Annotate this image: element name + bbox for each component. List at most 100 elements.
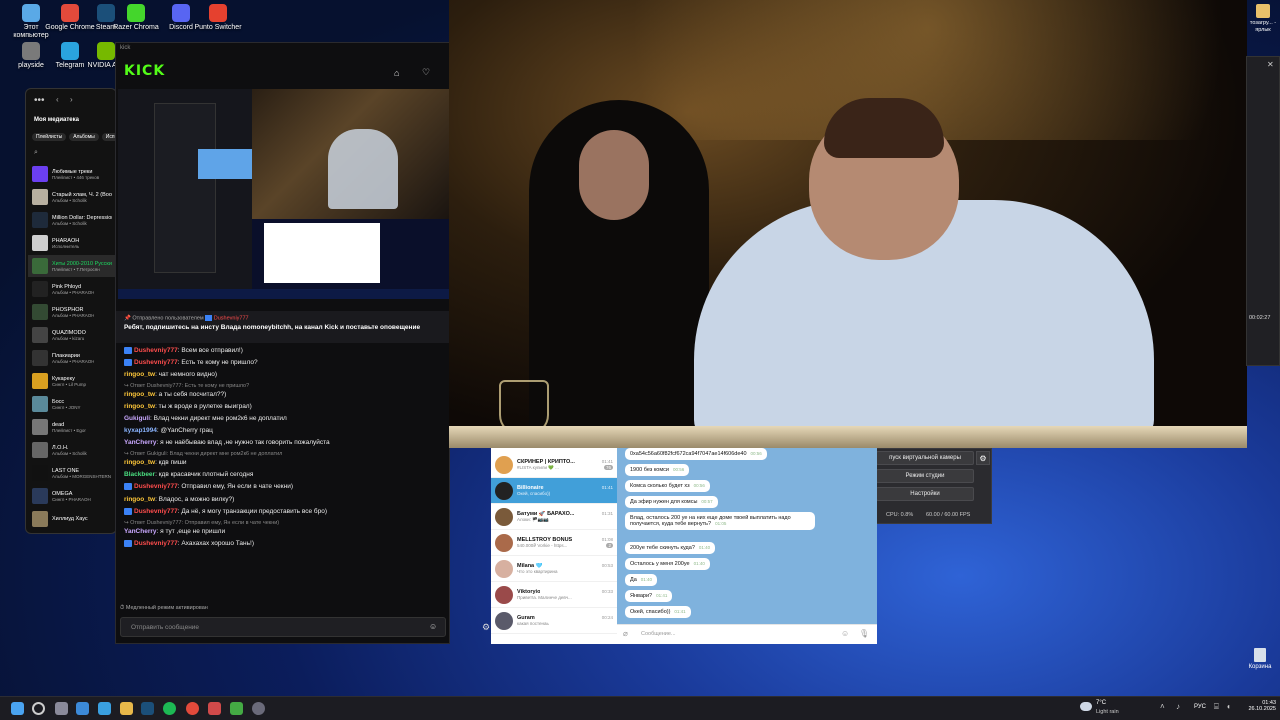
telegram-settings-icon[interactable]: ⚙: [482, 622, 490, 633]
volume-icon[interactable]: ◖: [1226, 702, 1231, 711]
library-item[interactable]: OMEGA Сингл • PHARAOH: [28, 485, 116, 507]
microphone-tray-icon[interactable]: ♪: [1176, 702, 1180, 711]
razer-icon[interactable]: [208, 702, 221, 715]
library-search-icon[interactable]: ⌕: [34, 149, 38, 157]
library-item[interactable]: В Клубе - feat. DJ OlegTnaes: [28, 531, 116, 533]
search-icon[interactable]: [32, 702, 45, 715]
chat-username[interactable]: Gukiguli: [124, 415, 150, 422]
network-icon[interactable]: ⌸: [1214, 702, 1219, 712]
library-item-subtitle: Альбом • Scholik: [52, 197, 87, 203]
chat-list-item[interactable]: СКРИНЕР | КРИПТО... 01:41 #LISTA купили 💚 …: [491, 452, 617, 478]
message-area: 0xa54c56a60f82fcf672ca94f7047ae14f606de4…: [617, 448, 877, 624]
back-arrow-icon[interactable]: ‹: [56, 95, 59, 104]
chat-username[interactable]: Dushevniy777: [134, 540, 178, 547]
chat-username[interactable]: Dushevniy777: [134, 359, 178, 366]
chevron-up-icon[interactable]: ˄: [1160, 702, 1165, 711]
chat-text: : кдв красавчик плотный сегодня: [155, 471, 254, 479]
library-item[interactable]: Старый хлам, Ч. 2 (Boot Альбом • Scholik: [28, 186, 116, 208]
chat-username[interactable]: Dushevniy777: [134, 508, 178, 515]
start-icon[interactable]: [11, 702, 24, 715]
cover-art: [32, 373, 48, 389]
emoji-icon[interactable]: ☺: [841, 629, 849, 638]
spotify-icon[interactable]: [163, 702, 176, 715]
library-item[interactable]: QUAZIMODO Альбом • kizaru: [28, 324, 116, 346]
close-icon[interactable]: ✕: [1267, 60, 1274, 69]
cover-art: [32, 189, 48, 205]
virtual-camera-button[interactable]: пуск виртуальной камеры: [876, 451, 974, 465]
chat-username[interactable]: ringoo_tw: [124, 391, 155, 398]
message-bubble: Окей, спасибо)) 01:41: [625, 606, 691, 618]
library-item-subtitle: Сингл • Lil Pump: [52, 381, 87, 387]
library-item[interactable]: LAST ONE Альбом • MORGENSHTERN: [28, 462, 116, 484]
library-item-text: Кукареку Сингл • Lil Pump: [52, 376, 86, 387]
settings-button[interactable]: Настройки: [876, 487, 974, 501]
chat-username[interactable]: ringoo_tw: [124, 496, 155, 503]
library-item[interactable]: Босс Сингл • JONY: [28, 393, 116, 415]
heart-icon[interactable]: ♡: [422, 67, 430, 78]
obs-icon[interactable]: [252, 702, 265, 715]
message-time: 00:56: [693, 483, 705, 488]
stream-preview[interactable]: [118, 89, 449, 299]
library-item[interactable]: PHARAOH Исполнитель: [28, 232, 116, 254]
chat-list-item[interactable]: Milana 🩵 00:53 Что это квартирина: [491, 556, 617, 582]
recycle-bin[interactable]: Корзина: [1240, 648, 1280, 670]
chat-list-item[interactable]: Billionaire 01:41 Окей, спасибо)): [491, 478, 617, 504]
weather-desc: Light rain: [1096, 709, 1119, 715]
library-item[interactable]: PHOSPHOR Альбом • PHARAOH: [28, 301, 116, 323]
app-icon[interactable]: [230, 702, 243, 715]
library-item[interactable]: Кукареку Сингл • Lil Pump: [28, 370, 116, 392]
chat-text: : кдв пиши: [155, 459, 187, 467]
photos-icon[interactable]: [98, 702, 111, 715]
language-indicator[interactable]: РУС: [1194, 704, 1206, 710]
library-item[interactable]: Л.О.Н. Альбом • Scholik: [28, 439, 116, 461]
library-item[interactable]: Любимые треки Плейлист • 446 треков: [28, 163, 116, 185]
desktop-shortcut[interactable]: тозагру... - ярлык: [1246, 4, 1280, 34]
pinned-author[interactable]: Dushevniy777: [214, 315, 249, 321]
chat-username[interactable]: YanCherry: [124, 439, 157, 446]
library-item[interactable]: Хиллиуд Хаус: [28, 508, 116, 530]
chat-list-footer: какая постенаь: [517, 621, 613, 626]
library-item-title: Million Dollar: Depression: [52, 214, 112, 221]
task-view-icon[interactable]: [55, 702, 68, 715]
chat-username[interactable]: kyxap1994: [124, 427, 157, 434]
cover-art: [32, 258, 48, 274]
chat-list-item[interactable]: Viktoryio 00:33 Привет!а. Малинче девч...: [491, 582, 617, 608]
chat-username[interactable]: Dushevniy777: [134, 347, 178, 354]
chat-username[interactable]: ringoo_tw: [124, 371, 155, 378]
chat-list-item[interactable]: Батуми 🚀 БАРАХО... 01:31 Алоки: 🏴📷📷: [491, 504, 617, 530]
forward-arrow-icon[interactable]: ›: [70, 95, 73, 104]
chrome-icon[interactable]: [186, 702, 199, 715]
studio-mode-button[interactable]: Режим студии: [876, 469, 974, 483]
library-item[interactable]: Плакиарии Альбом • PHARAOH: [28, 347, 116, 369]
chat-username[interactable]: YanCherry: [124, 528, 157, 535]
microphone-icon[interactable]: 🎙: [859, 629, 869, 638]
message-bubble: 200уе тебе скинуть куда? 01:40: [625, 542, 716, 554]
library-item[interactable]: Million Dollar: Depression Альбом • Schol…: [28, 209, 116, 231]
chat-username[interactable]: ringoo_tw: [124, 459, 155, 466]
pinned-text: Ребят, подпишитесь на инсту Влада nomone…: [124, 324, 421, 332]
steam-icon[interactable]: [141, 702, 154, 715]
clock[interactable]: 01:43 26.10.2025: [1246, 700, 1276, 712]
chat-list-item[interactable]: MELLSTROY BONUS 01:08 540.000₽ Vorkie - ht…: [491, 530, 617, 556]
library-item-subtitle: Альбом • PHARAOH: [52, 358, 95, 364]
library-item[interactable]: dead Плейлист • Egor: [28, 416, 116, 438]
gift-icon[interactable]: ⌂: [394, 68, 399, 78]
chat-username[interactable]: Blackbeer: [124, 471, 155, 478]
chat-input[interactable]: Отправить сообщение ☺: [120, 617, 446, 637]
spotify-menu-icon[interactable]: •••: [34, 95, 45, 106]
explorer-icon[interactable]: [120, 702, 133, 715]
attach-icon[interactable]: ⌀: [623, 629, 628, 638]
chat-list-item[interactable]: Guram 00:24 какая постенаь: [491, 608, 617, 634]
filter-playlists[interactable]: Плейлисты: [32, 133, 67, 141]
chat-username[interactable]: ringoo_tw: [124, 403, 155, 410]
gear-icon[interactable]: ⚙: [976, 451, 990, 465]
filter-albums[interactable]: Альбомы: [69, 133, 99, 141]
message-input[interactable]: ⌀ Сообщение... ☺ 🎙: [617, 624, 877, 644]
desktop-icon[interactable]: Punto Switcher: [192, 4, 244, 32]
settings-icon[interactable]: [76, 702, 89, 715]
library-item[interactable]: Хиты 2000-2010 Русские Плейлист • T.Петро…: [28, 255, 116, 277]
library-item-title: QUAZIMODO: [52, 329, 86, 336]
library-item[interactable]: Pink Phloyd Альбом • PHARAOH: [28, 278, 116, 300]
emoji-icon[interactable]: ☺: [429, 622, 437, 631]
chat-username[interactable]: Dushevniy777: [134, 484, 178, 491]
